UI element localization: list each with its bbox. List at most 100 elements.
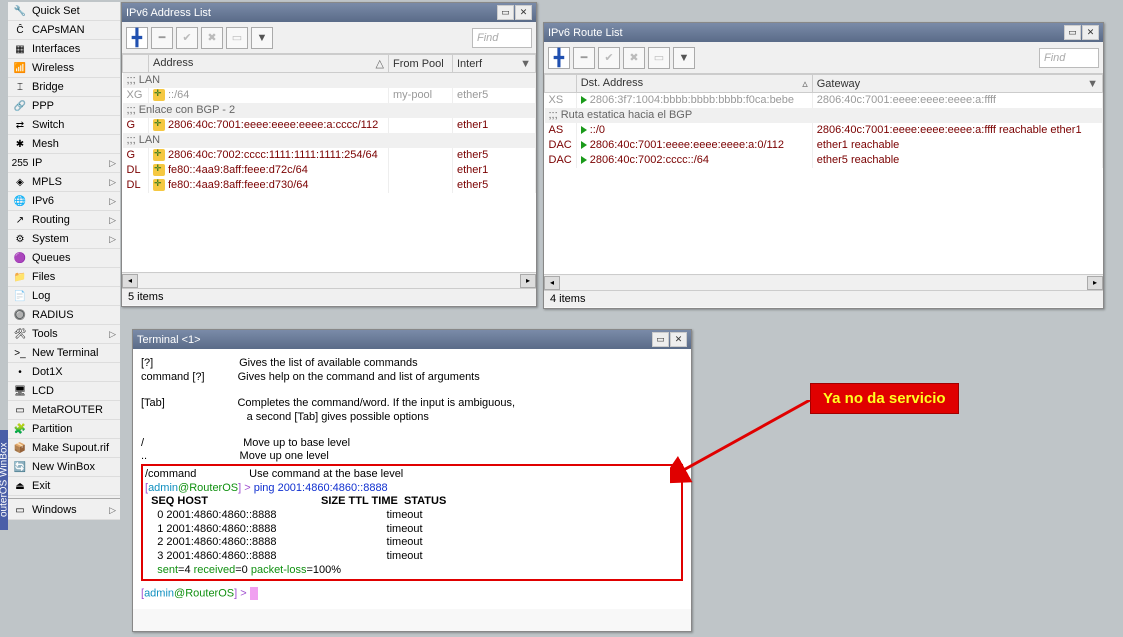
sidebar-item-new-winbox[interactable]: 🔄New WinBox bbox=[8, 458, 120, 477]
sidebar-item-label: Make Supout.rif bbox=[32, 442, 109, 454]
minimize-button[interactable]: ▭ bbox=[497, 5, 514, 20]
sidebar-item-ipv6[interactable]: 🌐IPv6▷ bbox=[8, 192, 120, 211]
col-gateway[interactable]: Gateway▼ bbox=[812, 75, 1102, 93]
h-scrollbar[interactable]: ◂▸ bbox=[122, 272, 536, 288]
terminal-output[interactable]: [?] Gives the list of available commands… bbox=[133, 349, 691, 609]
scroll-left-icon[interactable]: ◂ bbox=[122, 274, 138, 288]
sidebar-item-label: MetaROUTER bbox=[32, 404, 103, 416]
col-pool[interactable]: From Pool bbox=[389, 55, 453, 73]
close-button[interactable]: ✕ bbox=[670, 332, 687, 347]
sidebar-item-lcd[interactable]: 🖥LCD bbox=[8, 382, 120, 401]
sidebar-item-interfaces[interactable]: ▦Interfaces bbox=[8, 40, 120, 59]
sidebar-item-new-terminal[interactable]: >_New Terminal bbox=[8, 344, 120, 363]
sidebar-item-queues[interactable]: 🟣Queues bbox=[8, 249, 120, 268]
menu-item-icon: ⌶ bbox=[12, 79, 28, 95]
disable-button[interactable]: ✖ bbox=[201, 27, 223, 49]
sidebar-item-radius[interactable]: 🔘RADIUS bbox=[8, 306, 120, 325]
scroll-right-icon[interactable]: ▸ bbox=[520, 274, 536, 288]
sidebar-item-dot1x[interactable]: •Dot1X bbox=[8, 363, 120, 382]
submenu-icon: ▷ bbox=[109, 196, 116, 207]
enable-button[interactable]: ✔ bbox=[598, 47, 620, 69]
sidebar-item-partition[interactable]: 🧩Partition bbox=[8, 420, 120, 439]
sidebar-item-ppp[interactable]: 🔗PPP bbox=[8, 97, 120, 116]
sidebar-item-ip[interactable]: 255IP▷ bbox=[8, 154, 120, 173]
minimize-button[interactable]: ▭ bbox=[652, 332, 669, 347]
sidebar-item-label: Switch bbox=[32, 119, 64, 131]
cursor-icon bbox=[250, 587, 258, 600]
filter-button[interactable]: ▼ bbox=[673, 47, 695, 69]
enable-button[interactable]: ✔ bbox=[176, 27, 198, 49]
add-button[interactable]: ╋ bbox=[126, 27, 148, 49]
col-dst[interactable]: Dst. Address▵ bbox=[576, 75, 812, 93]
window-title: IPv6 Route List bbox=[548, 27, 1063, 39]
window-titlebar[interactable]: IPv6 Address List ▭ ✕ bbox=[122, 3, 536, 22]
table-row[interactable]: DLfe80::4aa9:8aff:feee:d72c/64ether1 bbox=[123, 163, 536, 178]
remove-button[interactable]: ━ bbox=[573, 47, 595, 69]
sidebar-item-wireless[interactable]: 📶Wireless bbox=[8, 59, 120, 78]
sidebar-item-mesh[interactable]: ✱Mesh bbox=[8, 135, 120, 154]
scroll-right-icon[interactable]: ▸ bbox=[1087, 276, 1103, 290]
close-button[interactable]: ✕ bbox=[515, 5, 532, 20]
sidebar-item-label: Wireless bbox=[32, 62, 74, 74]
find-input[interactable]: Find bbox=[1039, 48, 1099, 68]
window-titlebar[interactable]: Terminal <1> ▭ ✕ bbox=[133, 330, 691, 349]
table-row[interactable]: DAC2806:40c:7002:cccc::/64ether5 reachab… bbox=[545, 153, 1103, 168]
table-row[interactable]: XS2806:3f7:1004:bbbb:bbbb:bbbb:f0ca:bebe… bbox=[545, 93, 1103, 108]
comment-button[interactable]: ▭ bbox=[226, 27, 248, 49]
sidebar-item-label: Routing bbox=[32, 214, 70, 226]
filter-button[interactable]: ▼ bbox=[251, 27, 273, 49]
col-flags[interactable] bbox=[123, 55, 149, 73]
sidebar-item-label: System bbox=[32, 233, 69, 245]
col-flags[interactable] bbox=[545, 75, 577, 93]
table-row[interactable]: ;;; LAN bbox=[123, 73, 536, 88]
close-button[interactable]: ✕ bbox=[1082, 25, 1099, 40]
sidebar-item-make-supout.rif[interactable]: 📦Make Supout.rif bbox=[8, 439, 120, 458]
sidebar-item-quick-set[interactable]: 🔧Quick Set bbox=[8, 2, 120, 21]
sidebar-item-routing[interactable]: ↗Routing▷ bbox=[8, 211, 120, 230]
sidebar-item-bridge[interactable]: ⌶Bridge bbox=[8, 78, 120, 97]
h-scrollbar[interactable]: ◂▸ bbox=[544, 274, 1103, 290]
table-row[interactable]: ;;; Enlace con BGP - 2 bbox=[123, 103, 536, 118]
sidebar-item-metarouter[interactable]: ▭MetaROUTER bbox=[8, 401, 120, 420]
menu-item-icon: 255 bbox=[12, 155, 28, 171]
ipv6-route-list-window: IPv6 Route List ▭ ✕ ╋ ━ ✔ ✖ ▭ ▼ Find Dst… bbox=[543, 22, 1104, 309]
sidebar-item-label: New Terminal bbox=[32, 347, 98, 359]
address-icon bbox=[153, 149, 165, 161]
minimize-button[interactable]: ▭ bbox=[1064, 25, 1081, 40]
vertical-tab[interactable]: outerOS WinBox bbox=[0, 430, 8, 530]
sidebar-item-switch[interactable]: ⇄Switch bbox=[8, 116, 120, 135]
remove-button[interactable]: ━ bbox=[151, 27, 173, 49]
sidebar-item-windows[interactable]: ▭Windows▷ bbox=[8, 501, 120, 520]
menu-item-icon: ⏏ bbox=[12, 478, 28, 494]
route-icon bbox=[581, 126, 587, 134]
table-row[interactable]: XG::/64my-poolether5 bbox=[123, 88, 536, 103]
menu-item-icon: ▭ bbox=[12, 502, 28, 518]
sidebar-item-files[interactable]: 📁Files bbox=[8, 268, 120, 287]
menu-item-icon: 🔧 bbox=[12, 3, 28, 19]
col-address[interactable]: Address△ bbox=[149, 55, 389, 73]
table-row[interactable]: ;;; LAN bbox=[123, 133, 536, 148]
sidebar-item-system[interactable]: ⚙System▷ bbox=[8, 230, 120, 249]
disable-button[interactable]: ✖ bbox=[623, 47, 645, 69]
sidebar-item-exit[interactable]: ⏏Exit bbox=[8, 477, 120, 496]
add-button[interactable]: ╋ bbox=[548, 47, 570, 69]
window-title: IPv6 Address List bbox=[126, 7, 496, 19]
window-titlebar[interactable]: IPv6 Route List ▭ ✕ bbox=[544, 23, 1103, 42]
submenu-icon: ▷ bbox=[109, 329, 116, 340]
table-row[interactable]: DAC2806:40c:7001:eeee:eeee:eeee:a:0/112e… bbox=[545, 138, 1103, 153]
sidebar-item-log[interactable]: 📄Log bbox=[8, 287, 120, 306]
table-row[interactable]: ;;; Ruta estatica hacia el BGP bbox=[545, 108, 1103, 123]
menu-item-icon: 🖥 bbox=[12, 383, 28, 399]
sidebar-item-tools[interactable]: 🛠Tools▷ bbox=[8, 325, 120, 344]
table-row[interactable]: G2806:40c:7002:cccc:1111:1111:1111:254/6… bbox=[123, 148, 536, 163]
sidebar-item-capsman[interactable]: ĈCAPsMAN bbox=[8, 21, 120, 40]
table-row[interactable]: DLfe80::4aa9:8aff:feee:d730/64ether5 bbox=[123, 178, 536, 193]
table-row[interactable]: G2806:40c:7001:eeee:eeee:eeee:a:cccc/112… bbox=[123, 118, 536, 133]
scroll-left-icon[interactable]: ◂ bbox=[544, 276, 560, 290]
sidebar-item-mpls[interactable]: ◈MPLS▷ bbox=[8, 173, 120, 192]
comment-button[interactable]: ▭ bbox=[648, 47, 670, 69]
table-row[interactable]: AS::/02806:40c:7001:eeee:eeee:eeee:a:fff… bbox=[545, 123, 1103, 138]
col-interface[interactable]: Interf▼ bbox=[453, 55, 536, 73]
find-input[interactable]: Find bbox=[472, 28, 532, 48]
menu-item-icon: 🧩 bbox=[12, 421, 28, 437]
